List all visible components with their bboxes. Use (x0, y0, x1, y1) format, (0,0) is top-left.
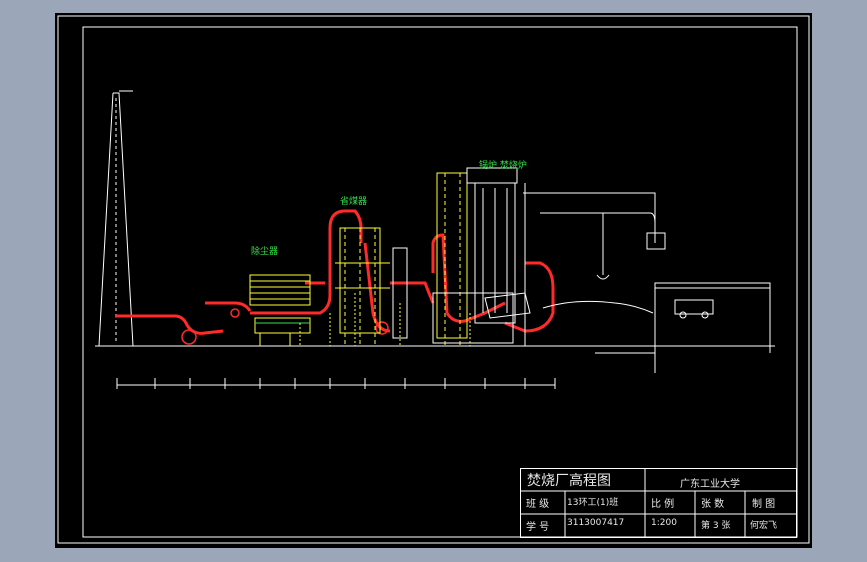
dimension-ticks (116, 378, 556, 389)
boiler-furnace-label: 锅炉 焚烧炉 (479, 161, 527, 171)
sheet-value: 第 3 张 (701, 521, 731, 531)
sheets-label: 张 数 (701, 499, 725, 510)
inner-frame (82, 26, 798, 538)
dust-collector (249, 274, 311, 346)
drawing-title: 焚烧厂高程图 (527, 473, 611, 489)
chimney (98, 90, 134, 347)
id-label: 学 号 (526, 522, 550, 533)
drawing-sheet: 除尘器 省煤器 锅炉 焚烧炉 焚烧厂高程图 广东工业大学 班 级 13环工(1)… (55, 13, 812, 548)
ratio-label: 比 例 (651, 499, 675, 510)
drawer-value: 何宏飞 (750, 521, 778, 531)
dust-collector-label: 除尘器 (251, 247, 279, 257)
class-label: 班 级 (526, 499, 550, 510)
school-name: 广东工业大学 (680, 479, 740, 490)
ratio-value: 1:200 (651, 518, 677, 528)
id-value: 3113007417 (567, 518, 625, 528)
drawn-label: 制 图 (752, 499, 776, 510)
boiler (432, 167, 531, 346)
class-value: 13环工(1)班 (567, 498, 619, 508)
flue-duct (115, 209, 555, 335)
economizer-label: 省煤器 (340, 197, 368, 207)
outer-frame (57, 15, 810, 544)
bunker-building (523, 183, 771, 373)
